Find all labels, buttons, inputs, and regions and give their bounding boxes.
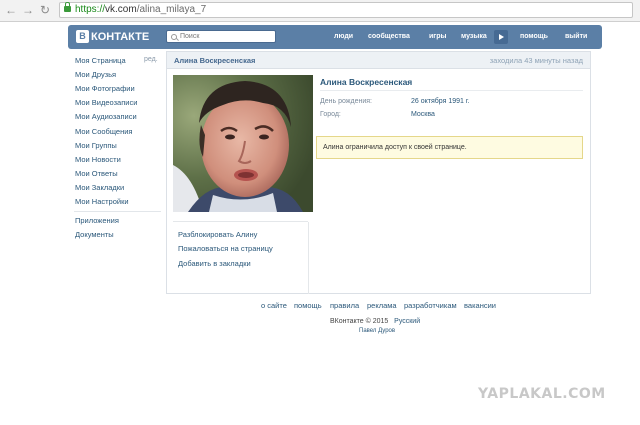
footer-jobs[interactable]: вакансии bbox=[464, 301, 496, 310]
sidebar-item-videos[interactable]: Мои Видеозаписи bbox=[75, 98, 137, 107]
sidebar-item-photos[interactable]: Мои Фотографии bbox=[75, 84, 135, 93]
search-input[interactable] bbox=[180, 31, 270, 42]
city-label: Город: bbox=[320, 111, 341, 118]
nav-games[interactable]: игры bbox=[429, 25, 446, 49]
footer-developers[interactable]: разработчикам bbox=[404, 301, 457, 310]
sidebar-divider bbox=[74, 211, 161, 212]
search-icon bbox=[171, 34, 177, 40]
sidebar-item-messages[interactable]: Мои Сообщения bbox=[75, 127, 132, 136]
language-link[interactable]: Русский bbox=[394, 318, 420, 325]
profile-header-name: Алина Воскресенская bbox=[174, 56, 256, 65]
report-page-link[interactable]: Пожаловаться на страницу bbox=[178, 244, 273, 253]
profile-header-bar: Алина Воскресенская заходила 43 минуты н… bbox=[167, 52, 590, 69]
nav-logout[interactable]: выйти bbox=[565, 25, 587, 49]
vk-logo-icon: В bbox=[76, 30, 89, 43]
last-seen-status: заходила 43 минуты назад bbox=[489, 56, 583, 65]
reload-icon[interactable]: ↻ bbox=[38, 3, 52, 17]
name-divider bbox=[320, 90, 583, 91]
actions-divider bbox=[173, 221, 308, 222]
url-text: https://vk.com/alina_milaya_7 bbox=[75, 4, 207, 15]
privacy-notice-text: Алина ограничила доступ к своей странице… bbox=[323, 144, 467, 151]
sidebar-item-bookmarks[interactable]: Мои Закладки bbox=[75, 183, 124, 192]
sidebar-item-friends[interactable]: Мои Друзья bbox=[75, 70, 116, 79]
profile-photo[interactable] bbox=[173, 75, 313, 212]
profile-panel: Алина Воскресенская заходила 43 минуты н… bbox=[166, 51, 591, 294]
profile-photo-image bbox=[173, 75, 313, 212]
watermark: YAPLAKAL.COM bbox=[478, 386, 606, 402]
sidebar-item-settings[interactable]: Мои Настройки bbox=[75, 197, 129, 206]
vk-logo[interactable]: В КОНТАКТЕ bbox=[76, 29, 149, 45]
sidebar-item-my-page[interactable]: Моя Страница bbox=[75, 56, 126, 65]
city-value[interactable]: Москва bbox=[411, 111, 435, 118]
sidebar-item-documents[interactable]: Документы bbox=[75, 230, 114, 239]
footer-copyright: ВКонтакте © 2015 Русский bbox=[330, 318, 421, 325]
back-arrow-icon[interactable]: ← bbox=[4, 3, 18, 17]
column-divider bbox=[308, 222, 309, 294]
site-header: ВКОНТАКТЕ люди сообщества игры музыка по… bbox=[68, 25, 602, 49]
birthday-value[interactable]: 26 октября 1991 г. bbox=[411, 98, 469, 105]
nav-people[interactable]: люди bbox=[334, 25, 353, 49]
sidebar-edit-link[interactable]: ред. bbox=[144, 56, 158, 63]
nav-music[interactable]: музыка bbox=[461, 25, 487, 49]
sidebar-item-answers[interactable]: Мои Ответы bbox=[75, 169, 118, 178]
footer-rules[interactable]: правила bbox=[330, 301, 359, 310]
search-box[interactable] bbox=[166, 30, 276, 43]
sidebar-item-apps[interactable]: Приложения bbox=[75, 216, 119, 225]
footer-about[interactable]: о сайте bbox=[261, 301, 287, 310]
nav-communities[interactable]: сообщества bbox=[368, 25, 410, 49]
lock-icon bbox=[64, 2, 71, 12]
address-bar[interactable]: https://vk.com/alina_milaya_7 bbox=[59, 2, 633, 18]
forward-arrow-icon[interactable]: → bbox=[21, 3, 35, 17]
footer-author[interactable]: Павел Дуров bbox=[359, 328, 395, 334]
add-bookmark-link[interactable]: Добавить в закладки bbox=[178, 259, 251, 268]
profile-name: Алина Воскресенская bbox=[320, 77, 413, 87]
unblock-link[interactable]: Разблокировать Алину bbox=[178, 230, 257, 239]
sidebar-item-groups[interactable]: Мои Группы bbox=[75, 141, 117, 150]
footer-ads[interactable]: реклама bbox=[367, 301, 397, 310]
nav-help[interactable]: помощь bbox=[520, 25, 548, 49]
footer-help[interactable]: помощь bbox=[294, 301, 322, 310]
browser-toolbar: ← → ↻ https://vk.com/alina_milaya_7 bbox=[0, 0, 640, 22]
birthday-label: День рождения: bbox=[320, 98, 372, 105]
play-icon[interactable] bbox=[494, 30, 508, 44]
sidebar-item-audio[interactable]: Мои Аудиозаписи bbox=[75, 112, 137, 121]
sidebar-item-news[interactable]: Мои Новости bbox=[75, 155, 121, 164]
privacy-notice: Алина ограничила доступ к своей странице… bbox=[316, 136, 583, 159]
